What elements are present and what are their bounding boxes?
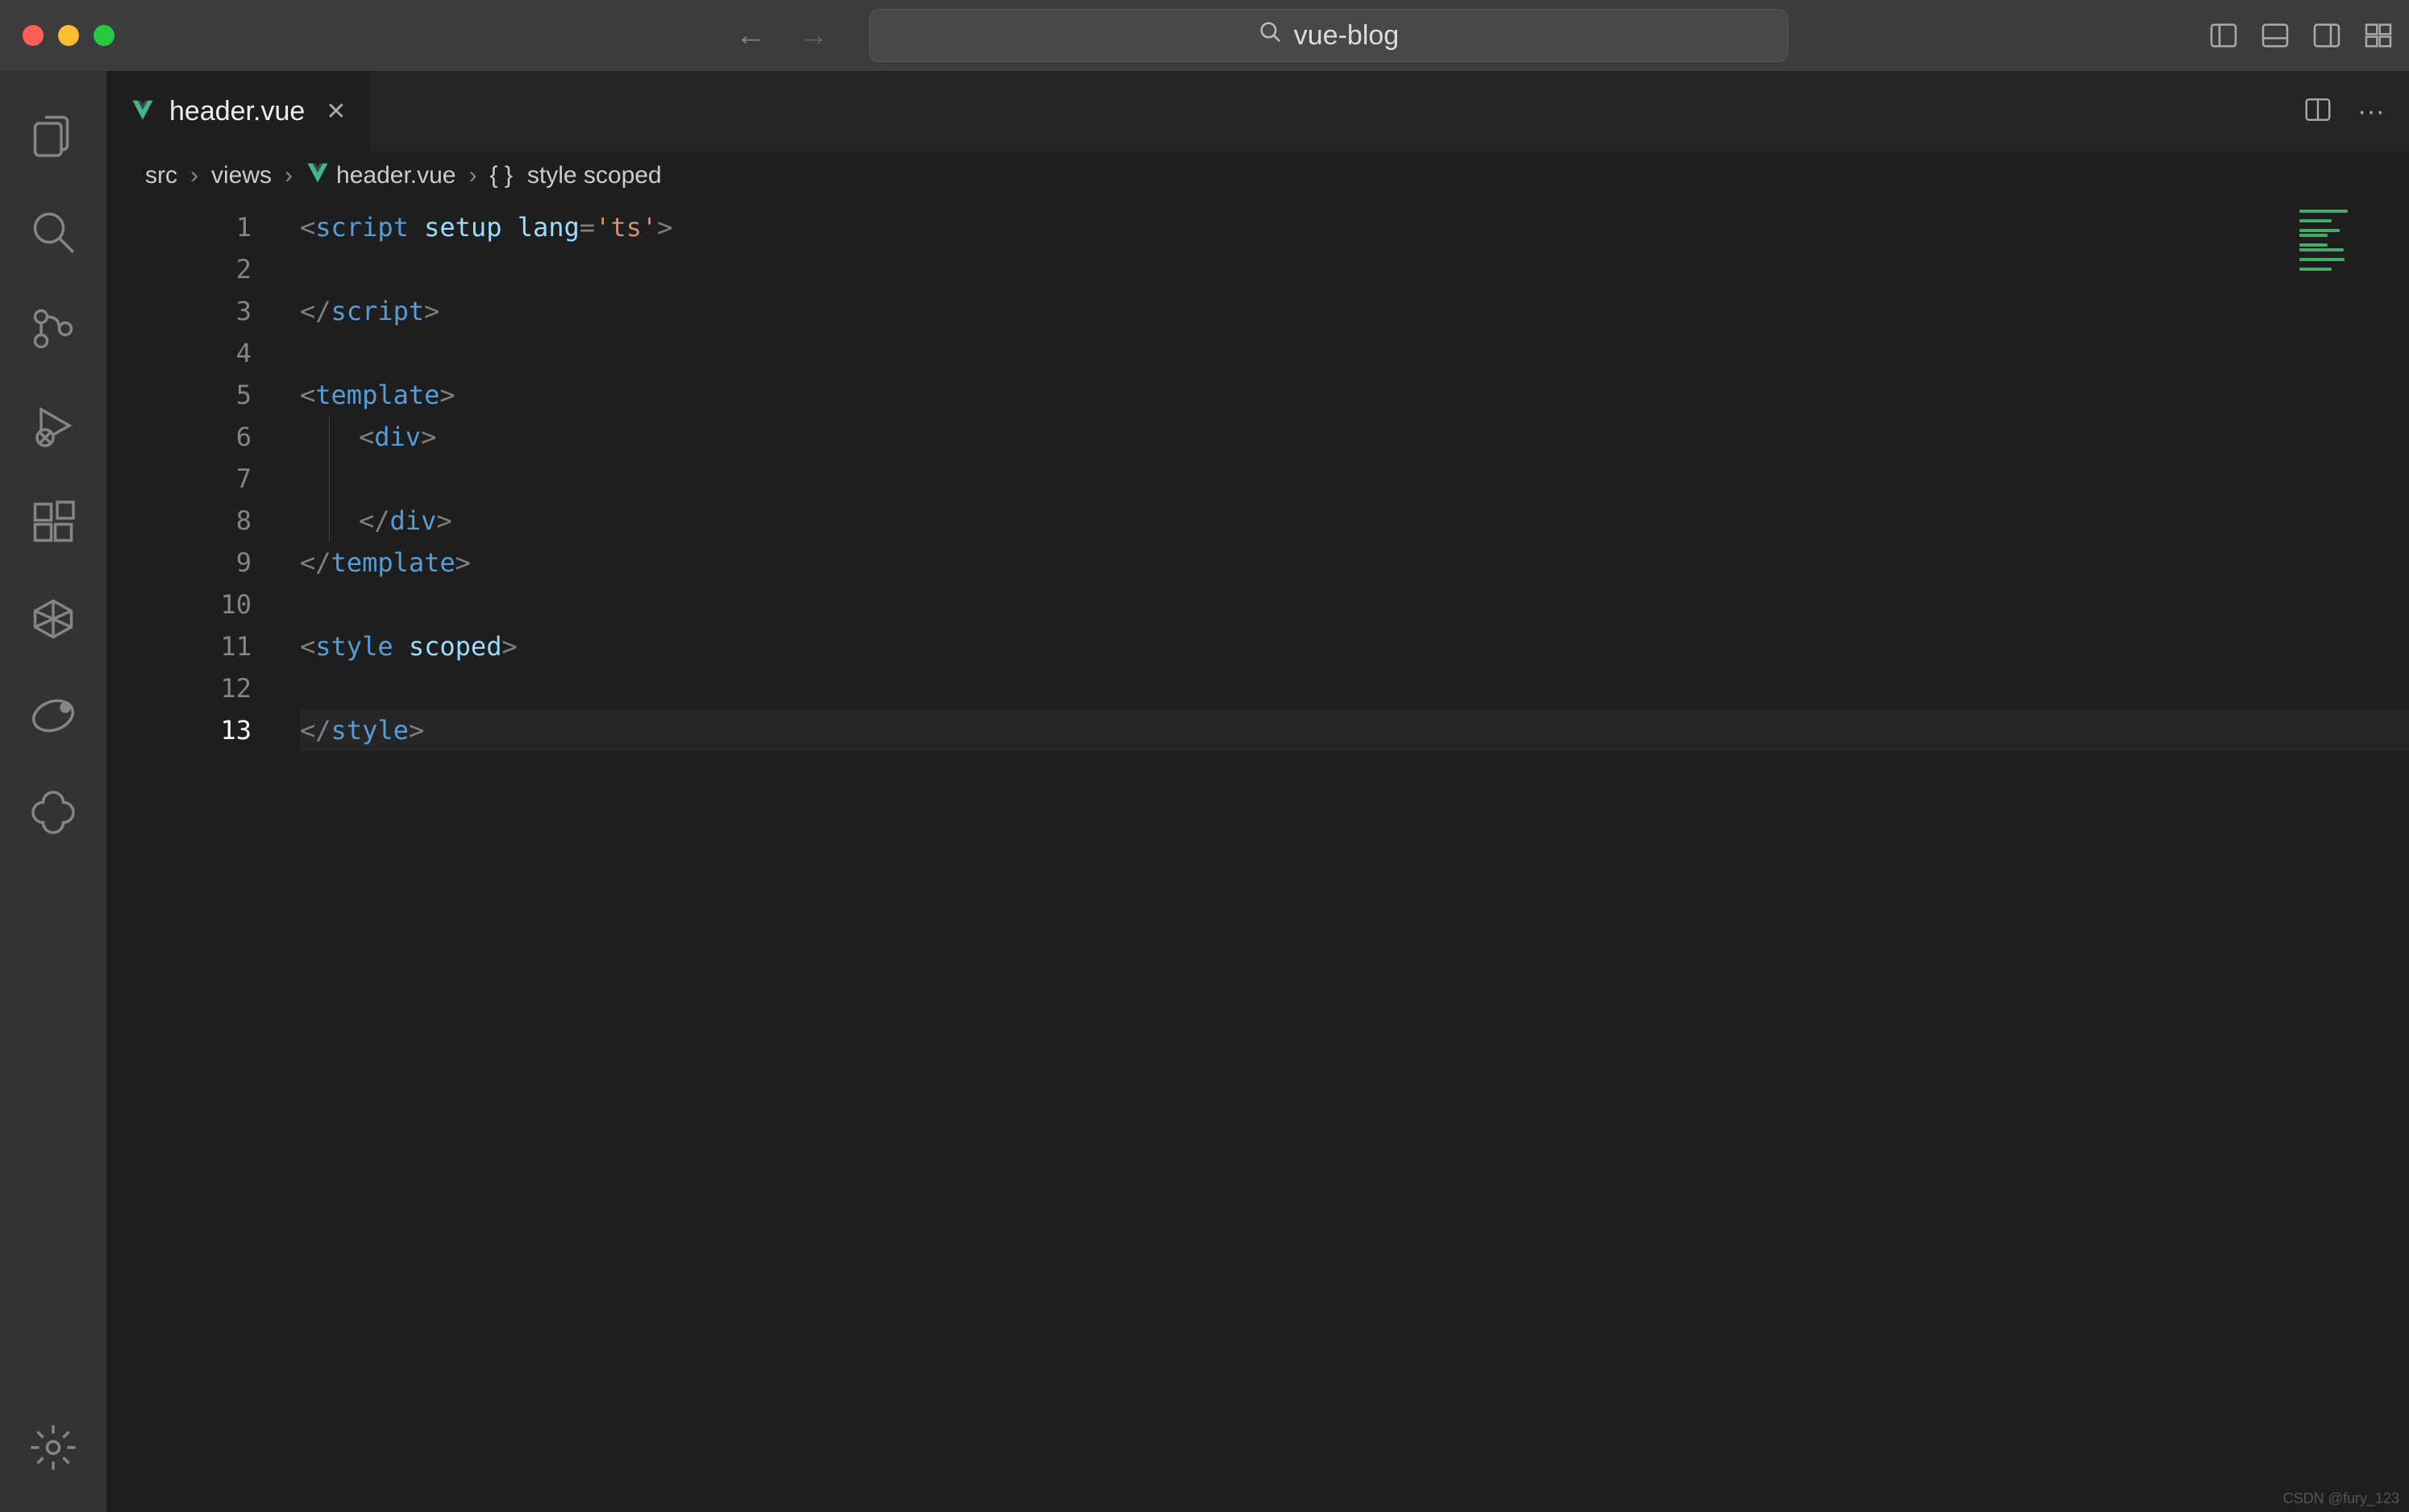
- editor-tabs: header.vue ✕ ···: [106, 71, 2409, 152]
- run-debug-activity[interactable]: [0, 377, 106, 474]
- search-activity[interactable]: [0, 184, 106, 280]
- tab-header-vue[interactable]: header.vue ✕: [106, 71, 370, 152]
- line-number-gutter: 12345678910111213: [106, 200, 300, 1512]
- source-control-activity[interactable]: [0, 280, 106, 377]
- vue-file-icon: [306, 160, 330, 191]
- tab-label: header.vue: [169, 96, 305, 127]
- titlebar-layout-controls: [2207, 19, 2394, 52]
- chevron-right-icon: ›: [278, 162, 299, 189]
- nav-arrows: ← →: [735, 19, 829, 53]
- ellipse-activity[interactable]: [0, 667, 106, 764]
- editor-area: header.vue ✕ ··· src › views › header.vu…: [106, 71, 2409, 1512]
- command-center-search[interactable]: vue-blog: [869, 9, 1788, 62]
- toggle-primary-sidebar-button[interactable]: [2207, 19, 2240, 52]
- breadcrumb-src[interactable]: src: [145, 162, 177, 189]
- activity-bar: [0, 71, 106, 1512]
- chevron-right-icon: ›: [462, 162, 483, 189]
- tab-close-button[interactable]: ✕: [319, 98, 346, 126]
- explorer-activity[interactable]: [0, 87, 106, 184]
- symbol-braces-icon: { }: [489, 162, 512, 189]
- editor-overflow-menu[interactable]: ···: [2357, 96, 2385, 127]
- customize-layout-button[interactable]: [2362, 19, 2394, 52]
- remote-activity[interactable]: [0, 571, 106, 667]
- search-text: vue-blog: [1294, 20, 1399, 52]
- breadcrumb-views[interactable]: views: [211, 162, 272, 189]
- window-controls: [0, 25, 114, 46]
- maximize-window-button[interactable]: [94, 25, 114, 46]
- breadcrumb-file[interactable]: header.vue: [336, 162, 456, 189]
- minimap[interactable]: [2296, 206, 2409, 1512]
- openai-activity[interactable]: [0, 764, 106, 861]
- breadcrumbs[interactable]: src › views › header.vue › { } style sco…: [106, 152, 2409, 200]
- title-bar: ← → vue-blog: [0, 0, 2409, 71]
- vue-file-icon: [131, 98, 155, 126]
- close-window-button[interactable]: [23, 25, 44, 46]
- search-icon: [1259, 20, 1283, 51]
- code-editor[interactable]: 12345678910111213 <script setup lang='ts…: [106, 200, 2409, 1512]
- extensions-activity[interactable]: [0, 474, 106, 571]
- breadcrumb-symbol[interactable]: style scoped: [527, 162, 662, 189]
- split-editor-button[interactable]: [2303, 94, 2333, 129]
- chevron-right-icon: ›: [184, 162, 205, 189]
- toggle-secondary-sidebar-button[interactable]: [2311, 19, 2343, 52]
- toggle-panel-button[interactable]: [2259, 19, 2291, 52]
- code-content[interactable]: <script setup lang='ts'></script><templa…: [300, 200, 2409, 1512]
- nav-forward-button[interactable]: →: [798, 19, 829, 53]
- settings-gear-activity[interactable]: [0, 1399, 106, 1496]
- watermark-text: CSDN @fury_123: [2283, 1490, 2399, 1507]
- nav-back-button[interactable]: ←: [735, 19, 766, 53]
- minimize-window-button[interactable]: [58, 25, 79, 46]
